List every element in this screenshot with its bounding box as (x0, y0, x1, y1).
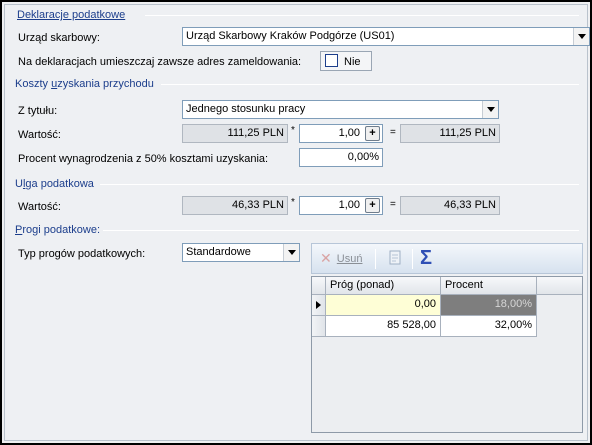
grid-toolbar: ✕ Usuń Σ (311, 243, 583, 274)
section-thresholds-suffix: rogi podatkowe: (22, 224, 101, 236)
costs-percent-label: Procent wynagrodzenia z 50% kosztami uzy… (18, 153, 269, 165)
document-edit-icon (389, 250, 401, 265)
address-checkbox-label: Nie (344, 56, 361, 68)
section-divider (145, 15, 579, 16)
thresholds-type-select[interactable]: Standardowe (182, 243, 300, 262)
relief-multiplier-value: 1,00 (338, 199, 360, 211)
section-relief-suffix: ga podatkowa (25, 178, 94, 190)
section-divider (161, 84, 579, 85)
table-cell-percent[interactable]: 18,00% (441, 295, 537, 316)
tax-office-select[interactable]: Urząd Skarbowy Kraków Podgórze (US01) (182, 27, 590, 46)
chevron-down-icon[interactable] (283, 244, 299, 261)
costs-base-value: 111,25 PLN (182, 124, 288, 143)
costs-multiplier-spin-button[interactable]: + (365, 126, 380, 141)
section-declarations-text: Deklaracje podatkowe (17, 9, 126, 21)
column-header-filler (537, 277, 582, 295)
multiply-operator: * (291, 125, 295, 136)
delete-button-label: Usuń (336, 253, 363, 265)
toolbar-separator (375, 249, 376, 269)
section-divider (103, 230, 579, 231)
costs-value-label: Wartość: (18, 129, 61, 141)
costs-title-label: Z tytułu: (18, 105, 58, 117)
section-costs-prefix: Koszty (15, 78, 52, 90)
relief-base-value: 46,33 PLN (182, 196, 288, 215)
chevron-down-icon[interactable] (482, 101, 498, 118)
window-frame: Deklaracje podatkowe Urząd skarbowy: Urz… (0, 0, 592, 445)
relief-result-value: 46,33 PLN (400, 196, 500, 215)
tax-office-value: Urząd Skarbowy Kraków Podgórze (US01) (186, 30, 395, 42)
relief-value-label: Wartość: (18, 201, 61, 213)
chevron-down-icon[interactable] (573, 28, 589, 45)
delete-button[interactable]: ✕ Usuń (320, 250, 362, 268)
equals-operator: = (390, 199, 396, 210)
relief-multiplier-spin-button[interactable]: + (365, 198, 380, 213)
costs-title-select[interactable]: Jednego stosunku pracy (182, 100, 499, 119)
section-costs-suffix: zyskania przychodu (57, 78, 154, 90)
section-divider (100, 184, 579, 185)
costs-percent-input[interactable]: 0,00% (299, 148, 383, 167)
checkbox-box-icon[interactable] (325, 54, 338, 67)
toolbar-separator (412, 249, 413, 269)
costs-title-value: Jednego stosunku pracy (186, 103, 306, 115)
costs-multiplier-value: 1,00 (338, 127, 360, 139)
thresholds-grid: Próg (ponad) Procent 0,00 18,00% 85 528,… (311, 276, 583, 433)
address-checkbox[interactable]: Nie (320, 51, 372, 71)
table-cell-threshold[interactable]: 0,00 (326, 295, 441, 316)
multiply-operator: * (291, 197, 295, 208)
address-label: Na deklaracjach umieszczaj zawsze adres … (18, 56, 302, 68)
grid-corner-header (312, 277, 326, 295)
sigma-icon: Σ (420, 247, 433, 269)
column-header-threshold[interactable]: Próg (ponad) (326, 277, 441, 295)
tax-office-label: Urząd skarbowy: (18, 32, 100, 44)
section-thresholds-title: Progi podatkowe: (15, 224, 100, 236)
thresholds-type-label: Typ progów podatkowych: (18, 248, 146, 260)
delete-icon: ✕ (320, 250, 332, 266)
column-header-percent[interactable]: Procent (441, 277, 537, 295)
costs-result-value: 111,25 PLN (400, 124, 500, 143)
row-indicator[interactable] (312, 295, 326, 316)
section-relief-title: Ulga podatkowa (15, 178, 94, 190)
table-cell-threshold[interactable]: 85 528,00 (326, 316, 441, 337)
table-cell-percent[interactable]: 32,00% (441, 316, 537, 337)
section-declarations-title: Deklaracje podatkowe (17, 9, 125, 21)
sum-button[interactable]: Σ (420, 247, 432, 269)
settings-panel: Deklaracje podatkowe Urząd skarbowy: Urz… (4, 4, 590, 441)
current-row-arrow-icon (316, 301, 321, 309)
edit-button[interactable] (389, 250, 403, 268)
equals-operator: = (390, 127, 396, 138)
thresholds-type-value: Standardowe (186, 246, 251, 258)
section-relief-prefix: U (15, 178, 23, 190)
row-indicator[interactable] (312, 316, 326, 337)
section-costs-title: Koszty uzyskania przychodu (15, 78, 154, 90)
